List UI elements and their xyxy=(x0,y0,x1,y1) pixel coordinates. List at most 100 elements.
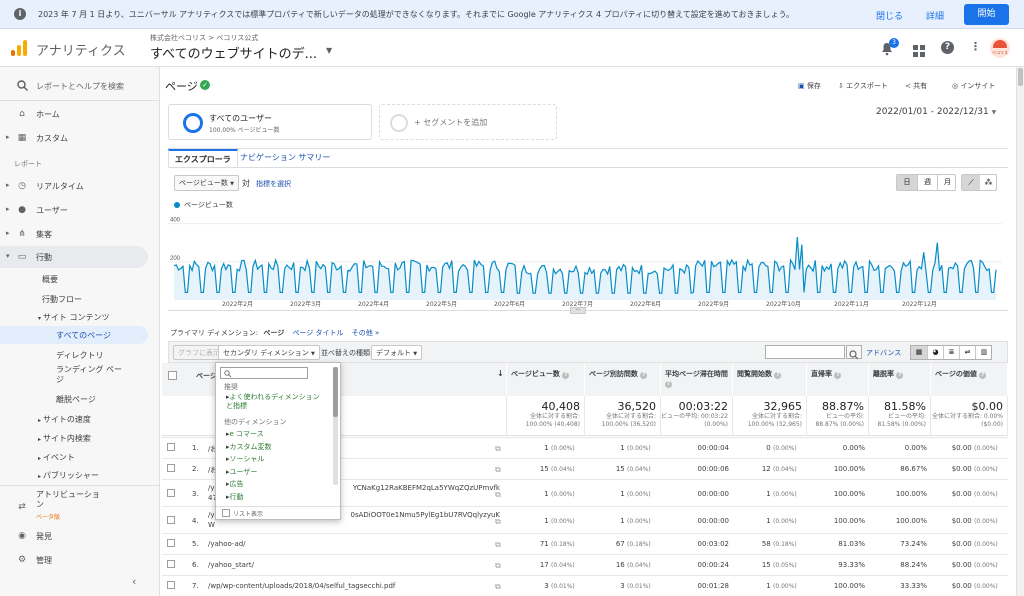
dimension-group-item[interactable]: ▸ユーザー xyxy=(226,467,257,477)
dimension-frequent[interactable]: ▸よく使われるディメンションと指標 xyxy=(226,393,326,411)
secondary-dimension-button[interactable]: セカンダリ ディメンション ▼ xyxy=(218,345,320,360)
row-checkbox[interactable] xyxy=(167,443,175,451)
avatar[interactable]: ベコリス xyxy=(990,38,1010,58)
column-header[interactable]: 閲覧開始数 ? xyxy=(733,363,807,396)
export-button[interactable]: ⇩ エクスポート xyxy=(838,81,888,91)
page-link[interactable]: /yahoo-ad/ xyxy=(208,540,246,548)
sidebar-item-behavior[interactable]: ▾ ▭ 行動 xyxy=(0,246,148,268)
pie-view-icon[interactable]: ◕ xyxy=(927,346,943,359)
open-page-icon[interactable]: ⧉ xyxy=(495,490,501,500)
tab-explorer[interactable]: エクスプローラ xyxy=(168,149,238,167)
sidebar-item-admin[interactable]: ⚙ 管理 xyxy=(0,549,150,571)
sidebar-item-speed[interactable]: ▸ サイトの速度 xyxy=(38,414,91,425)
table-row[interactable]: 6./yahoo_start/⧉ 17 (0.04%) 16 (0.04%) 00:0… xyxy=(162,554,1008,575)
page-link-fragment[interactable]: 0sADiOOT0e1Nmu5PylEg1bU7RVQqlyzyuK xyxy=(351,511,500,519)
sidebar-item-events[interactable]: ▸ イベント xyxy=(38,452,75,463)
apps-icon[interactable] xyxy=(913,42,925,57)
sidebar-item-home[interactable]: ⌂ ホーム xyxy=(0,103,150,125)
row-checkbox[interactable] xyxy=(167,464,175,472)
search-icon[interactable] xyxy=(846,345,862,360)
sidebar-item-discover[interactable]: ◉ 発見 xyxy=(0,525,150,547)
open-page-icon[interactable]: ⧉ xyxy=(495,582,501,592)
sidebar-item-site-search[interactable]: ▸ サイト内検索 xyxy=(38,433,91,444)
motion-chart-icon[interactable]: ⁂ xyxy=(980,175,997,190)
sidebar-item-exit[interactable]: 離脱ページ xyxy=(56,394,96,405)
sidebar-item-realtime[interactable]: ▸ ◷ リアルタイム xyxy=(0,175,150,197)
sidebar-item-users[interactable]: ▸ ● ユーザー xyxy=(0,199,150,221)
column-header[interactable]: ページ別訪問数 ? xyxy=(585,363,661,396)
sidebar-item-publisher[interactable]: ▸ パブリッシャー xyxy=(38,470,99,481)
page-link-fragment[interactable]: YCNaKg12RaKBEFM2qLa5YWqZQzUPmvfk xyxy=(353,484,500,492)
dimension-group-item[interactable]: ▸カスタム変数 xyxy=(226,442,272,452)
sidebar-search[interactable]: レポートとヘルプを検索 xyxy=(0,75,150,97)
collapse-sidebar-icon[interactable]: ‹ xyxy=(132,575,136,588)
choose-metric-link[interactable]: 指標を選択 xyxy=(256,179,291,189)
comparison-view-icon[interactable]: ⇌ xyxy=(959,346,975,359)
column-header[interactable]: ページの価値 ? xyxy=(931,363,1008,396)
metric-selector[interactable]: ページビュー数 ▼ xyxy=(174,175,239,191)
dimension-search-input[interactable] xyxy=(220,367,308,379)
banner-detail-link[interactable]: 詳細 xyxy=(926,9,944,22)
insight-button[interactable]: ◎ インサイト xyxy=(952,81,995,91)
dropdown-scrollbar[interactable] xyxy=(333,367,338,485)
sidebar-item-flow[interactable]: 行動フロー xyxy=(42,294,82,305)
granularity-month[interactable]: 月 xyxy=(937,175,957,190)
sidebar-item-landing[interactable]: ランディング ページ xyxy=(56,365,126,385)
banner-start-button[interactable]: 開始 xyxy=(964,4,1009,25)
save-button[interactable]: ▣ 保存 xyxy=(798,81,821,91)
column-header[interactable]: 直帰率 ? xyxy=(807,363,869,396)
date-range-picker[interactable]: 2022/01/01 - 2022/12/31 ▼ xyxy=(876,107,996,117)
dimension-other[interactable]: その他 » xyxy=(352,329,380,337)
segment-all-users[interactable]: すべてのユーザー 100.00% ページビュー数 xyxy=(168,104,372,140)
dimension-group-item[interactable]: ▸ソーシャル xyxy=(226,454,264,464)
sidebar-item-directory[interactable]: ディレクトリ xyxy=(56,350,103,361)
table-row[interactable]: 7. /wp/wp-content/uploads/2018/04/selful_… xyxy=(162,575,1008,596)
sidebar-item-all-pages[interactable]: すべてのページ xyxy=(0,326,148,344)
page-link[interactable]: /yahoo_start/ xyxy=(208,561,254,569)
chart-resize-handle[interactable]: ⋯ xyxy=(570,307,586,314)
sidebar-item-site-content[interactable]: ▾ サイト コンテンツ xyxy=(38,312,109,323)
open-page-icon[interactable]: ⧉ xyxy=(495,561,501,571)
row-checkbox[interactable] xyxy=(167,516,175,524)
page-scrollbar[interactable] xyxy=(1016,67,1024,596)
row-checkbox[interactable] xyxy=(167,489,175,497)
dimension-page-title[interactable]: ページ タイトル xyxy=(292,329,343,337)
dimension-group-item[interactable]: ▸広告 xyxy=(226,479,244,489)
banner-close-link[interactable]: 閉じる xyxy=(876,9,903,22)
granularity-week[interactable]: 週 xyxy=(917,175,937,190)
add-segment-button[interactable]: + セグメントを追加 xyxy=(379,104,557,140)
share-button[interactable]: ≺ 共有 xyxy=(905,81,927,91)
tab-navigation-summary[interactable]: ナビゲーション サマリー xyxy=(234,149,336,167)
dimension-group-item[interactable]: ▸行動 xyxy=(226,492,244,502)
sidebar-item-overview[interactable]: 概要 xyxy=(42,274,58,285)
page-link[interactable]: /wp/wp-content/uploads/2018/04/selful_ta… xyxy=(208,582,395,590)
table-row[interactable]: 5./yahoo-ad/⧉ 71 (0.18%) 67 (0.18%) 00:03:0… xyxy=(162,533,1008,554)
help-icon[interactable]: ? xyxy=(941,41,954,54)
row-checkbox[interactable] xyxy=(167,581,175,589)
table-search-input[interactable] xyxy=(765,345,845,359)
sort-type-select[interactable]: デフォルト ▼ xyxy=(371,345,423,360)
open-page-icon[interactable]: ⧉ xyxy=(495,517,501,527)
advanced-filter-link[interactable]: アドバンス xyxy=(866,348,901,358)
column-header[interactable]: ページビュー数 ? xyxy=(507,363,585,396)
chevron-down-icon[interactable]: ▼ xyxy=(326,46,332,55)
more-icon[interactable]: ⋮ xyxy=(970,40,981,53)
view-selector[interactable]: すべてのウェブサイトのデ... xyxy=(150,43,317,62)
table-view-icon[interactable]: ▦ xyxy=(911,346,927,359)
select-all-checkbox[interactable] xyxy=(168,371,177,380)
sidebar-item-custom[interactable]: ▸ ▦ カスタム xyxy=(0,127,150,149)
open-page-icon[interactable]: ⧉ xyxy=(495,540,501,550)
line-chart-icon[interactable]: ⟋ xyxy=(962,175,980,190)
dimension-page[interactable]: ページ xyxy=(263,329,284,337)
pivot-view-icon[interactable]: ▥ xyxy=(975,346,992,359)
row-checkbox[interactable] xyxy=(167,539,175,547)
page-link-continued[interactable]: W xyxy=(208,521,215,529)
dimension-group-item[interactable]: ▸e コマース xyxy=(226,429,264,439)
granularity-day[interactable]: 日 xyxy=(897,175,917,190)
sidebar-item-attribution[interactable]: ⇄ アトリビューション ベータ版 xyxy=(0,488,150,522)
open-page-icon[interactable]: ⧉ xyxy=(495,444,501,454)
column-header[interactable]: 平均ページ滞在時間 ? xyxy=(661,363,733,396)
column-header[interactable]: 離脱率 ? xyxy=(869,363,931,396)
sidebar-item-acquisition[interactable]: ▸ ⋔ 集客 xyxy=(0,223,150,245)
list-view-checkbox[interactable] xyxy=(222,509,230,517)
